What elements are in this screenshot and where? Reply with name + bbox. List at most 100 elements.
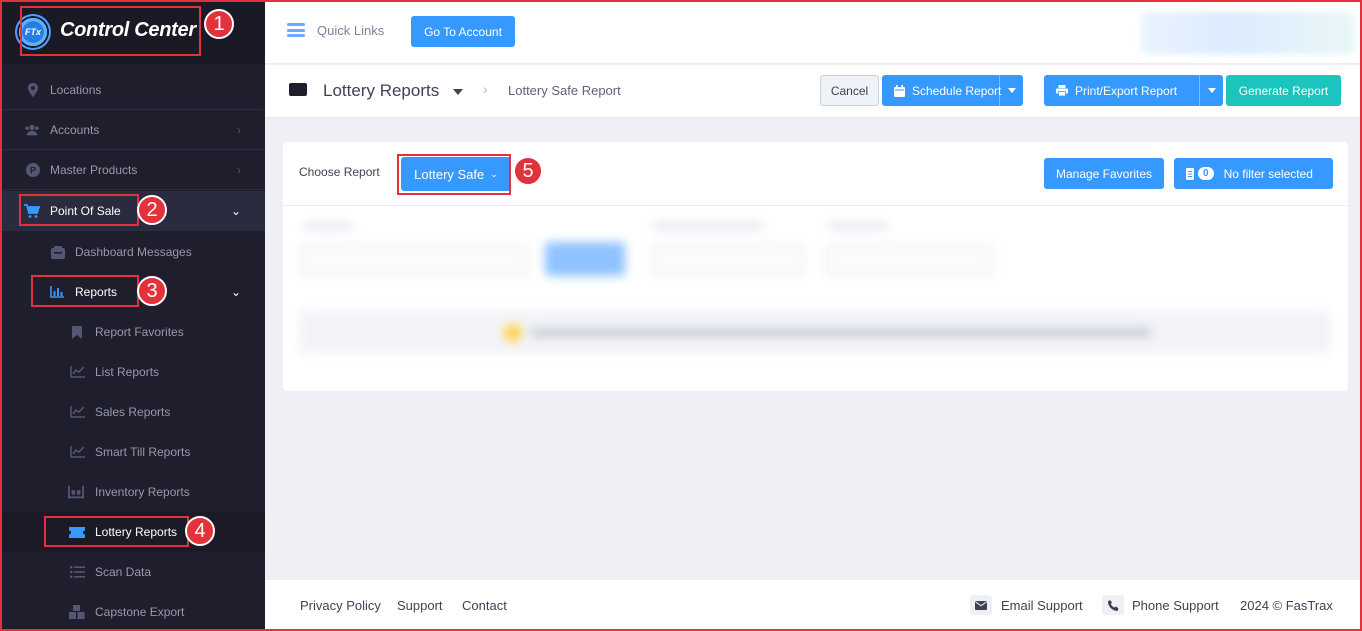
support-link[interactable]: Support — [397, 598, 443, 613]
calendar-icon — [894, 84, 905, 97]
quick-links-button[interactable]: Quick Links — [317, 23, 384, 38]
sidebar-item-label: List Reports — [95, 365, 160, 379]
schedule-report-label: Schedule Report — [912, 83, 1002, 98]
chevron-down-icon[interactable] — [453, 82, 463, 98]
footer: Privacy Policy Support Contact Email Sup… — [265, 580, 1362, 631]
sidebar-item-label: Scan Data — [95, 565, 152, 579]
sidebar-item-dashboard-messages[interactable]: Dashboard Messages — [0, 232, 265, 272]
sidebar-item-list-reports[interactable]: List Reports — [0, 352, 265, 392]
bar-chart-icon — [49, 284, 65, 300]
sidebar-item-label: Smart Till Reports — [95, 445, 191, 459]
report-card: Choose Report Lottery Safe ⌄ Manage Favo… — [283, 142, 1348, 391]
go-to-account-button[interactable]: Go To Account — [411, 16, 515, 47]
callout-number: 1 — [204, 9, 234, 39]
print-export-report-button[interactable]: Print/Export Report — [1044, 75, 1223, 106]
card-header: Choose Report Lottery Safe ⌄ Manage Favo… — [283, 142, 1348, 206]
sidebar-item-label: Reports — [75, 285, 118, 299]
callout-number: 2 — [137, 195, 167, 225]
filter-button-blurred[interactable] — [545, 242, 625, 276]
callout-number: 4 — [185, 516, 215, 546]
sidebar-item-point-of-sale[interactable]: Point Of Sale ⌄ — [0, 191, 265, 231]
user-profile-blurred[interactable] — [1141, 12, 1355, 54]
sidebar-item-label: Sales Reports — [95, 405, 171, 419]
sidebar-item-smart-till-reports[interactable]: Smart Till Reports — [0, 432, 265, 472]
menu-lines-icon[interactable] — [287, 23, 305, 37]
print-export-label: Print/Export Report — [1075, 83, 1178, 98]
map-pin-icon — [25, 82, 41, 98]
email-support-link[interactable]: Email Support — [1001, 598, 1083, 613]
sidebar-item-sales-reports[interactable]: Sales Reports — [0, 392, 265, 432]
filter-label: No filter selected — [1223, 166, 1313, 181]
phone-icon — [1102, 595, 1124, 615]
privacy-policy-link[interactable]: Privacy Policy — [300, 598, 381, 613]
chevron-right-icon: › — [237, 162, 241, 177]
sidebar-item-label: Master Products — [50, 162, 138, 177]
sidebar-item-capstone-export[interactable]: Capstone Export — [0, 592, 265, 631]
chevron-down-icon: ⌄ — [230, 204, 241, 218]
sidebar-item-accounts[interactable]: Accounts › — [0, 110, 265, 150]
cancel-button[interactable]: Cancel — [820, 75, 879, 106]
sidebar-item-label: Locations — [50, 82, 102, 97]
filter-count-badge: 0 — [1198, 167, 1214, 180]
date-select-blurred[interactable] — [825, 244, 993, 276]
breadcrumb-separator-icon: › — [483, 81, 488, 97]
filter-input-blurred[interactable] — [299, 244, 529, 276]
envelope-icon — [970, 595, 992, 615]
sidebar-item-scan-data[interactable]: Scan Data — [0, 552, 265, 592]
product-icon: P — [25, 162, 41, 178]
list-icon — [69, 564, 85, 580]
chevron-down-icon[interactable] — [1199, 75, 1223, 106]
filter-button[interactable]: 0 No filter selected — [1174, 158, 1333, 189]
sidebar: FTx Control Center Locations Accounts › … — [0, 0, 265, 631]
sidebar-item-report-favorites[interactable]: Report Favorites — [0, 312, 265, 352]
breadcrumb: Lottery Safe Report — [508, 83, 621, 98]
logo-text: FTx — [24, 27, 41, 37]
gear-logo-icon: FTx — [15, 14, 51, 50]
callout-number: 5 — [513, 156, 543, 186]
users-icon — [24, 122, 40, 138]
chevron-down-icon: ⌄ — [230, 285, 241, 299]
sidebar-item-reports[interactable]: Reports ⌄ — [0, 272, 265, 312]
chevron-down-icon: ⌄ — [490, 168, 498, 179]
choose-report-label: Choose Report — [299, 165, 380, 179]
line-chart-icon — [69, 364, 85, 380]
sidebar-item-locations[interactable]: Locations — [0, 70, 265, 110]
generate-report-button[interactable]: Generate Report — [1226, 75, 1341, 106]
boxes-icon — [69, 604, 85, 620]
sidebar-item-inventory-reports[interactable]: Inventory Reports — [0, 472, 265, 512]
subheader: Lottery Reports › Lottery Safe Report Ca… — [265, 65, 1362, 117]
contact-link[interactable]: Contact — [462, 598, 507, 613]
phone-support-link[interactable]: Phone Support — [1132, 598, 1219, 613]
sidebar-item-label: Point Of Sale — [50, 204, 121, 218]
bookmark-icon — [69, 324, 85, 340]
cart-icon — [24, 203, 40, 219]
topbar: Quick Links Go To Account — [265, 0, 1362, 64]
sidebar-item-label: Report Favorites — [95, 325, 184, 339]
sidebar-item-lottery-reports[interactable]: Lottery Reports — [0, 512, 265, 552]
sidebar-item-label: Inventory Reports — [95, 485, 190, 499]
selected-report: Lottery Safe — [414, 166, 485, 182]
page-title[interactable]: Lottery Reports — [323, 81, 439, 101]
line-chart-icon — [69, 404, 85, 420]
callout-number: 3 — [137, 276, 167, 306]
ticket-icon — [69, 524, 85, 540]
sidebar-item-label: Lottery Reports — [95, 525, 178, 539]
document-icon — [1186, 167, 1194, 180]
sidebar-item-label: Accounts — [50, 122, 100, 137]
sidebar-item-label: Capstone Export — [95, 605, 185, 619]
chevron-down-icon[interactable] — [999, 75, 1023, 106]
line-chart-icon — [69, 444, 85, 460]
message-box-icon — [50, 244, 66, 260]
schedule-report-button[interactable]: Schedule Report — [882, 75, 1023, 106]
sidebar-item-label: Dashboard Messages — [75, 245, 192, 259]
report-select-dropdown[interactable]: Lottery Safe ⌄ — [401, 157, 511, 191]
brand-name: Control Center — [60, 19, 196, 41]
inventory-icon — [68, 484, 84, 500]
manage-favorites-button[interactable]: Manage Favorites — [1044, 158, 1164, 189]
empty-state-blurred — [299, 310, 1331, 354]
location-select-blurred[interactable] — [651, 244, 806, 276]
printer-icon — [1056, 85, 1068, 96]
copyright: 2024 © FasTrax — [1240, 598, 1333, 613]
ticket-icon — [289, 83, 307, 96]
sidebar-item-master-products[interactable]: P Master Products › — [0, 150, 265, 190]
